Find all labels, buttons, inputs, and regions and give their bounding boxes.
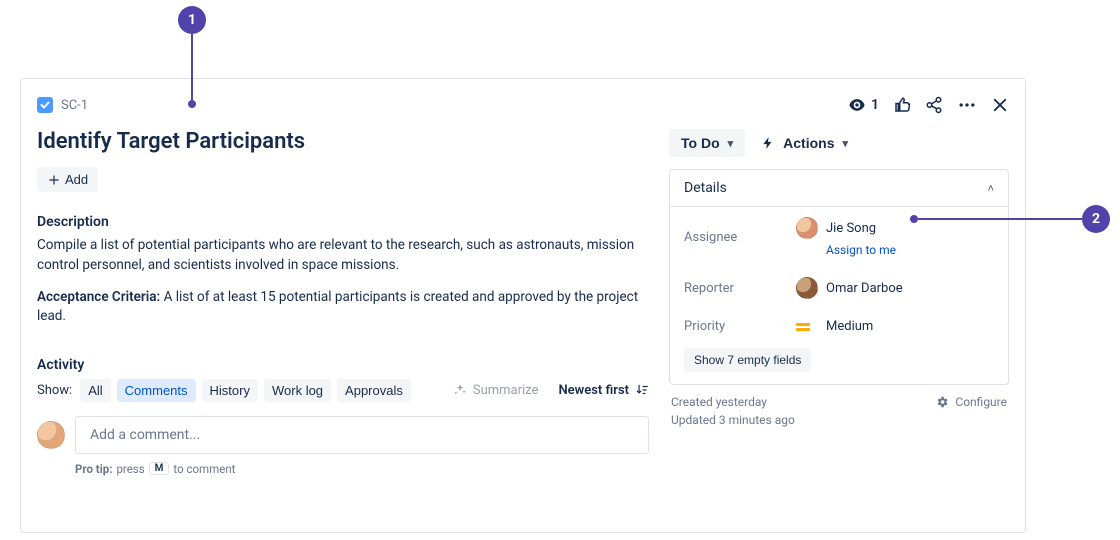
sort-desc-icon — [635, 383, 649, 397]
protip-press: press — [116, 462, 144, 476]
close-button[interactable] — [991, 96, 1009, 114]
comment-composer: Add a comment... — [37, 416, 649, 454]
show-label: Show: — [37, 383, 72, 398]
annotation-leader-2 — [918, 218, 1082, 220]
chevron-down-icon: ▾ — [843, 137, 849, 150]
summarize-label: Summarize — [473, 383, 539, 398]
watch-button[interactable]: 1 — [847, 95, 879, 115]
show-empty-fields-button[interactable]: Show 7 empty fields — [684, 348, 811, 372]
protip-key: M — [149, 462, 170, 475]
details-panel: Details ˄ Assignee Jie Song Assign to me… — [669, 169, 1009, 385]
issue-key[interactable]: SC-1 — [61, 98, 88, 113]
top-bar: SC-1 1 — [37, 95, 1009, 115]
comment-input[interactable]: Add a comment... — [75, 416, 649, 454]
breadcrumb[interactable]: SC-1 — [37, 97, 88, 113]
assignee-label: Assignee — [684, 230, 784, 245]
close-icon — [991, 96, 1009, 114]
field-reporter[interactable]: Reporter Omar Darboe — [670, 267, 1008, 309]
window-controls: 1 — [847, 95, 1009, 115]
add-label: Add — [65, 172, 88, 187]
thumbs-up-icon — [893, 96, 911, 114]
share-icon — [925, 96, 943, 114]
issue-sidebar: To Do ▾ Actions ▾ Details ˄ Assignee — [669, 129, 1009, 476]
activity-controls: Show: All Comments History Work log Appr… — [37, 379, 649, 402]
updated-date: Updated 3 minutes ago — [671, 413, 795, 427]
priority-value: Medium — [826, 319, 873, 334]
tab-all[interactable]: All — [80, 379, 110, 402]
details-heading: Details — [684, 180, 727, 196]
activity-tabs: Show: All Comments History Work log Appr… — [37, 379, 411, 402]
annotation-marker-2: 2 — [1082, 205, 1110, 233]
gear-icon — [935, 395, 949, 409]
tab-approvals[interactable]: Approvals — [337, 379, 411, 402]
issue-title[interactable]: Identify Target Participants — [37, 129, 649, 155]
created-date: Created yesterday — [671, 395, 795, 409]
reporter-avatar — [796, 277, 818, 299]
watch-count: 1 — [871, 97, 879, 113]
protip-prefix: Pro tip: — [75, 462, 112, 476]
activity-heading: Activity — [37, 357, 649, 373]
sort-button[interactable]: Newest first — [558, 383, 649, 398]
description-body[interactable]: Compile a list of potential participants… — [37, 236, 649, 275]
annotation-dot-2 — [910, 215, 918, 223]
tab-history[interactable]: History — [202, 379, 258, 402]
more-button[interactable] — [957, 95, 977, 115]
share-button[interactable] — [925, 96, 943, 114]
configure-label: Configure — [955, 395, 1007, 409]
chevron-down-icon: ▾ — [728, 137, 734, 150]
status-dropdown[interactable]: To Do ▾ — [669, 129, 745, 157]
bolt-icon — [761, 136, 775, 150]
annotation-leader-1 — [191, 34, 193, 100]
annotation-marker-1: 1 — [178, 6, 206, 34]
priority-label: Priority — [684, 319, 784, 334]
reporter-name: Omar Darboe — [826, 281, 903, 296]
tab-comments[interactable]: Comments — [117, 379, 196, 402]
task-type-icon — [37, 97, 53, 113]
annotation-dot-1 — [188, 100, 196, 108]
actions-label: Actions — [783, 135, 834, 151]
actions-dropdown[interactable]: Actions ▾ — [757, 129, 852, 157]
more-icon — [957, 95, 977, 115]
issue-meta: Created yesterday Updated 3 minutes ago … — [669, 395, 1009, 427]
chevron-up-icon: ˄ — [988, 182, 994, 195]
assignee-avatar — [796, 217, 818, 239]
details-header[interactable]: Details ˄ — [670, 170, 1008, 207]
sparkle-icon — [453, 383, 467, 397]
pro-tip: Pro tip: press M to comment — [75, 462, 649, 476]
current-user-avatar — [37, 421, 65, 449]
summarize-button[interactable]: Summarize — [453, 383, 539, 398]
field-assignee[interactable]: Assignee Jie Song Assign to me — [670, 207, 1008, 267]
add-button[interactable]: Add — [37, 167, 98, 192]
tab-worklog[interactable]: Work log — [264, 379, 331, 402]
issue-modal: SC-1 1 Identify Target Participants — [20, 78, 1026, 533]
assignee-name: Jie Song — [826, 221, 876, 236]
assign-to-me-link[interactable]: Assign to me — [826, 243, 896, 257]
description-heading: Description — [37, 214, 649, 230]
eye-icon — [847, 95, 867, 115]
like-button[interactable] — [893, 96, 911, 114]
priority-medium-icon — [796, 321, 810, 333]
criteria-label: Acceptance Criteria: — [37, 289, 160, 305]
issue-main: Identify Target Participants Add Descrip… — [37, 129, 649, 476]
sort-label: Newest first — [558, 383, 629, 398]
status-label: To Do — [681, 135, 720, 151]
plus-icon — [47, 173, 61, 187]
configure-button[interactable]: Configure — [935, 395, 1007, 409]
field-priority[interactable]: Priority Medium — [670, 309, 1008, 344]
protip-suffix: to comment — [173, 462, 235, 476]
reporter-label: Reporter — [684, 281, 784, 296]
